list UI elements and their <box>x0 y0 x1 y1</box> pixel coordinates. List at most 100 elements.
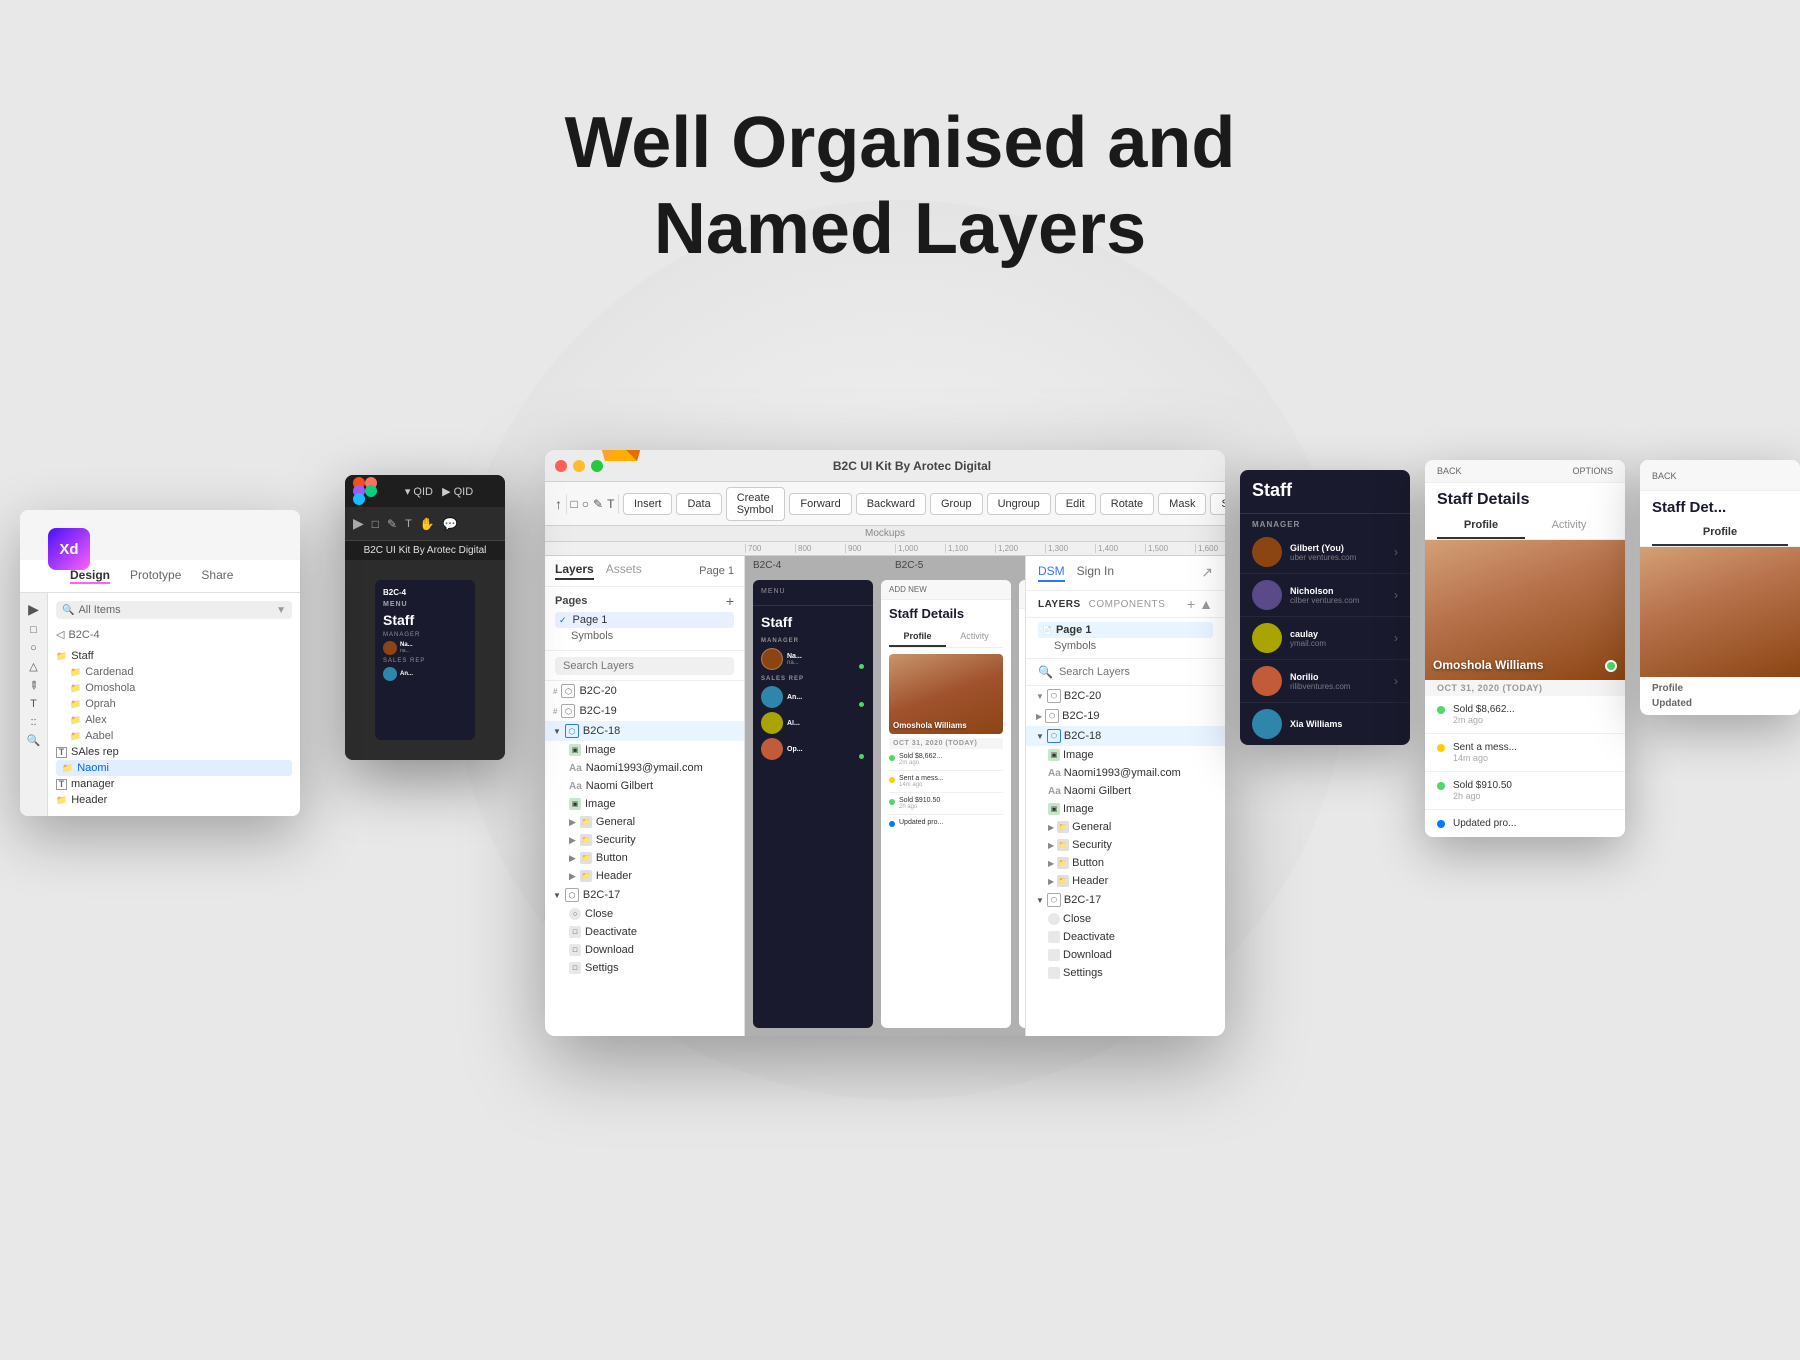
sketch-tab-layers[interactable]: Layers <box>555 562 594 580</box>
sketch-tab-profile[interactable]: Profile <box>889 627 946 647</box>
sketch-dsm-expand[interactable]: ↗ <box>1201 564 1213 582</box>
b2c-staff-xia[interactable]: Xia Williams <box>1240 703 1410 745</box>
figma-tool-hand[interactable]: ✋ <box>420 517 435 531</box>
sketch-signin-tab[interactable]: Sign In <box>1077 564 1114 582</box>
sketch-collapse-btn[interactable]: ▲ <box>1199 596 1213 612</box>
sketch-btn-forward[interactable]: Forward <box>789 493 851 515</box>
xd-layer-naomi[interactable]: 📁 Naomi <box>56 760 292 776</box>
xd-tool-triangle[interactable]: △ <box>29 660 37 673</box>
xd-tab-share[interactable]: Share <box>201 568 233 584</box>
sketch-right-email[interactable]: Aa Naomi1993@ymail.com <box>1026 764 1225 782</box>
sketch-right-close[interactable]: Close <box>1026 910 1225 928</box>
sketch-tab-activity[interactable]: Activity <box>946 627 1003 647</box>
sketch-right-deactivate[interactable]: Deactivate <box>1026 928 1225 946</box>
sketch-right-naomigilbert[interactable]: Aa Naomi Gilbert <box>1026 782 1225 800</box>
b2c-staff-caulay[interactable]: caulay ymail.com › <box>1240 617 1410 660</box>
figma-tool-move[interactable]: ▶ <box>353 515 364 532</box>
xd-layer-oprah[interactable]: 📁 Oprah <box>56 696 292 712</box>
sketch-btn-ungroup[interactable]: Ungroup <box>987 493 1051 515</box>
sketch-layer-b2c18[interactable]: ▼ ⬡ B2C-18 <box>545 721 744 741</box>
figma-canvas[interactable]: B2C-4 MENU Staff MANAGER Na... na... SAL… <box>345 560 505 760</box>
xd-tool-grid[interactable]: :: <box>30 716 36 728</box>
sketch-components-tab-right[interactable]: COMPONENTS <box>1089 599 1166 610</box>
sketch-dsm-tab[interactable]: DSM <box>1038 564 1065 582</box>
sketch-layer-button[interactable]: ▶ 📁 Button <box>545 849 744 867</box>
sketch-right-security[interactable]: ▶ 📁 Security <box>1026 836 1225 854</box>
sketch-right-b2c18[interactable]: ▼ ⬡ B2C-18 <box>1026 726 1225 746</box>
sketch-search-input[interactable] <box>555 657 734 675</box>
xd-tool-search[interactable]: 🔍 <box>27 734 41 747</box>
b2c-detail2-back[interactable]: BACK <box>1652 471 1677 481</box>
sketch-right-header-item[interactable]: ▶ 📁 Header <box>1026 872 1225 890</box>
sketch-btn-scale[interactable]: Scale <box>1210 493 1225 515</box>
b2c-staff-naomi[interactable]: Gilbert (You) uber ventures.com › <box>1240 531 1410 574</box>
xd-search-dropdown[interactable]: ▼ <box>276 605 286 616</box>
sketch-layer-security[interactable]: ▶ 📁 Security <box>545 831 744 849</box>
sketch-symbols-label[interactable]: Symbols <box>555 628 734 644</box>
sketch-right-b2c17[interactable]: ▼ ⬡ B2C-17 <box>1026 890 1225 910</box>
sketch-right-image2[interactable]: ▣ Image <box>1026 800 1225 818</box>
b2c-detail-options[interactable]: OPTIONS <box>1572 466 1613 476</box>
sketch-tab-assets[interactable]: Assets <box>606 562 642 580</box>
sketch-tool-round[interactable]: ○ <box>582 497 589 511</box>
sketch-tool-pen[interactable]: ✎ <box>593 497 603 511</box>
sketch-layer-download[interactable]: □ Download <box>545 941 744 959</box>
b2c-staff-norilio[interactable]: Norilio rilibventures.com › <box>1240 660 1410 703</box>
sketch-btn-rotate[interactable]: Rotate <box>1100 493 1154 515</box>
sketch-btn-group[interactable]: Group <box>930 493 983 515</box>
sketch-right-button[interactable]: ▶ 📁 Button <box>1026 854 1225 872</box>
sketch-right-search-input[interactable] <box>1059 666 1213 678</box>
sketch-btn-edit[interactable]: Edit <box>1055 493 1096 515</box>
sketch-btn-mask[interactable]: Mask <box>1158 493 1206 515</box>
sketch-layer-general[interactable]: ▶ 📁 General <box>545 813 744 831</box>
b2c-detail-back[interactable]: BACK <box>1437 466 1462 476</box>
xd-tool-arrow[interactable]: ▶ <box>28 601 39 618</box>
figma-tool-comment[interactable]: 💬 <box>443 517 458 531</box>
sketch-right-symbols[interactable]: Symbols <box>1038 638 1213 654</box>
b2c-tab-profile[interactable]: Profile <box>1437 513 1525 539</box>
sketch-add-page-btn[interactable]: + <box>726 593 734 609</box>
figma-tool-frame[interactable]: □ <box>372 517 379 531</box>
xd-layer-staff[interactable]: 📁 Staff <box>56 648 292 664</box>
sketch-btn-create-symbol[interactable]: Create Symbol <box>726 487 786 521</box>
sketch-right-b2c19[interactable]: ▶ ⬡ B2C-19 <box>1026 706 1225 726</box>
xd-layer-manager[interactable]: T manager <box>56 776 292 792</box>
sketch-layer-naomigilbert[interactable]: Aa Naomi Gilbert <box>545 777 744 795</box>
sketch-tool-text[interactable]: T <box>607 497 614 511</box>
sketch-btn-insert[interactable]: Insert <box>623 493 673 515</box>
xd-tab-design[interactable]: Design <box>70 568 110 584</box>
xd-tool-pen[interactable]: ✎ <box>26 678 42 694</box>
sketch-right-b2c20[interactable]: ▼ ⬡ B2C-20 <box>1026 686 1225 706</box>
sketch-tool-arrow[interactable]: ↑ <box>555 496 562 512</box>
sketch-layer-deactivate[interactable]: □ Deactivate <box>545 923 744 941</box>
sketch-layer-b2c17[interactable]: ▼ ⬡ B2C-17 <box>545 885 744 905</box>
sketch-right-download[interactable]: Download <box>1026 946 1225 964</box>
b2c-tab-activity[interactable]: Activity <box>1525 513 1613 539</box>
sketch-layer-email[interactable]: Aa Naomi1993@ymail.com <box>545 759 744 777</box>
xd-layer-cardenad[interactable]: 📁 Cardenad <box>56 664 292 680</box>
sketch-minimize-dot[interactable] <box>573 460 585 472</box>
xd-tool-rect[interactable]: □ <box>30 624 37 636</box>
xd-tool-text[interactable]: T <box>30 698 37 710</box>
sketch-layer-header-item[interactable]: ▶ 📁 Header <box>545 867 744 885</box>
xd-layer-alex[interactable]: 📁 Alex <box>56 712 292 728</box>
sketch-layer-image2[interactable]: ▣ Image <box>545 795 744 813</box>
xd-layer-salesrep[interactable]: T SAles rep <box>56 744 292 760</box>
b2c-detail2-profile-tab[interactable]: Profile <box>1652 520 1788 546</box>
xd-layer-header[interactable]: 📁 Header <box>56 792 292 808</box>
xd-layer-aabel[interactable]: 📁 Aabel <box>56 728 292 744</box>
sketch-btn-backward[interactable]: Backward <box>856 493 926 515</box>
xd-tab-prototype[interactable]: Prototype <box>130 568 181 584</box>
xd-layer-omoshola[interactable]: 📁 Omoshola <box>56 680 292 696</box>
figma-tool-text[interactable]: T <box>405 518 412 530</box>
sketch-page-1[interactable]: ✓ Page 1 <box>555 612 734 628</box>
sketch-tool-frame[interactable]: □ <box>571 497 578 511</box>
sketch-layer-close[interactable]: ○ Close <box>545 905 744 923</box>
b2c-staff-nicholson[interactable]: Nicholson cilber ventures.com › <box>1240 574 1410 617</box>
xd-tool-circle[interactable]: ○ <box>30 642 37 654</box>
sketch-close-dot[interactable] <box>555 460 567 472</box>
sketch-layer-b2c19[interactable]: # ⬡ B2C-19 <box>545 701 744 721</box>
sketch-layer-image1[interactable]: ▣ Image <box>545 741 744 759</box>
figma-tool-pen[interactable]: ✎ <box>387 517 397 531</box>
sketch-right-page1[interactable]: 📄 Page 1 <box>1038 622 1213 638</box>
